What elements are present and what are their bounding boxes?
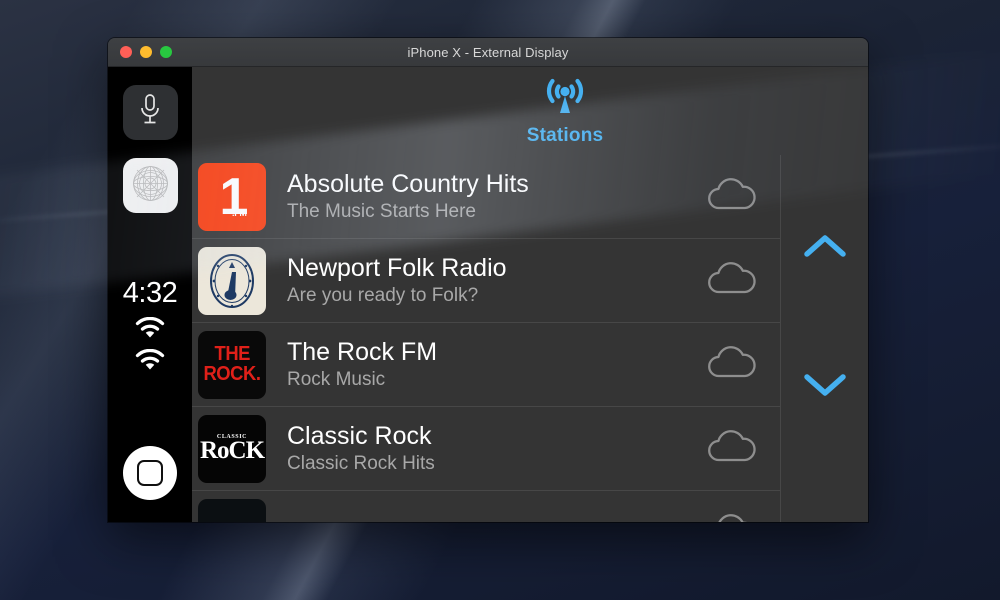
station-status[interactable]: [684, 259, 780, 302]
window-title: iPhone X - External Display: [108, 45, 868, 60]
desktop-background: iPhone X - External Display: [0, 0, 1000, 600]
radio-broadcast-icon: [537, 75, 593, 122]
station-title: The Rock FM: [287, 338, 684, 366]
home-button[interactable]: [123, 446, 177, 500]
station-artwork-classic-rock: CLASSIC RoCK: [198, 415, 266, 483]
station-text: Absolute Country Hits The Music Starts H…: [287, 170, 684, 224]
stations-content: Stations 1 .FM: [192, 67, 868, 522]
scroll-down-button[interactable]: [803, 372, 847, 403]
cloud-icon: [705, 259, 759, 302]
microphone-icon: [137, 93, 163, 132]
station-text: Radio 1190: [287, 518, 684, 523]
artwork-subtext: .FM: [232, 208, 247, 218]
globe-grid-icon: [123, 158, 178, 213]
station-subtitle: Are you ready to Folk?: [287, 284, 684, 308]
station-row[interactable]: THE ROCK. The Rock FM Rock Music: [192, 323, 780, 407]
station-row[interactable]: Radio 1190: [192, 491, 780, 522]
cloud-icon: [705, 343, 759, 386]
status-clock: 4:32: [123, 279, 177, 308]
station-status[interactable]: [684, 175, 780, 218]
close-button[interactable]: [120, 46, 132, 58]
station-title: Newport Folk Radio: [287, 254, 684, 282]
station-row[interactable]: 1 .FM Absolute Country Hits The Music St…: [192, 155, 780, 239]
station-artwork-newport-folk: [198, 247, 266, 315]
page-title: Stations: [527, 125, 604, 147]
station-status[interactable]: [684, 511, 780, 522]
wifi-icon: [135, 349, 165, 375]
stations-header: Stations: [192, 67, 868, 155]
microphone-button[interactable]: [123, 85, 178, 140]
stations-list[interactable]: 1 .FM Absolute Country Hits The Music St…: [192, 155, 780, 522]
carplay-screen: 4:32: [108, 67, 868, 522]
station-title: Classic Rock: [287, 422, 684, 450]
artwork-subtext: RoCK: [200, 438, 264, 463]
station-subtitle: Classic Rock Hits: [287, 452, 684, 476]
carplay-sidebar: 4:32: [108, 67, 192, 522]
station-artwork-radio-1190: [198, 499, 266, 523]
home-button-icon: [137, 460, 163, 486]
station-subtitle: Rock Music: [287, 368, 684, 392]
station-artwork-the-rock: THE ROCK.: [198, 331, 266, 399]
scroll-up-button[interactable]: [803, 233, 847, 264]
station-row[interactable]: CLASSIC RoCK Classic Rock Classic Rock H…: [192, 407, 780, 491]
wifi-icon: [135, 317, 165, 343]
station-artwork-one-fm: 1 .FM: [198, 163, 266, 231]
cloud-icon: [705, 427, 759, 470]
window-titlebar[interactable]: iPhone X - External Display: [108, 38, 868, 67]
station-text: Newport Folk Radio Are you ready to Folk…: [287, 254, 684, 308]
station-text: Classic Rock Classic Rock Hits: [287, 422, 684, 476]
scroll-controls: [780, 155, 868, 522]
minimize-button[interactable]: [140, 46, 152, 58]
station-status[interactable]: [684, 427, 780, 470]
station-row[interactable]: Newport Folk Radio Are you ready to Folk…: [192, 239, 780, 323]
station-title: Absolute Country Hits: [287, 170, 684, 198]
stations-list-area: 1 .FM Absolute Country Hits The Music St…: [192, 155, 868, 522]
external-display-window: iPhone X - External Display: [108, 38, 868, 522]
artwork-subtext: ROCK.: [203, 365, 260, 384]
station-status[interactable]: [684, 343, 780, 386]
maximize-button[interactable]: [160, 46, 172, 58]
station-text: The Rock FM Rock Music: [287, 338, 684, 392]
station-subtitle: The Music Starts Here: [287, 200, 684, 224]
traffic-light-group: [120, 46, 172, 58]
maps-globe-button[interactable]: [123, 158, 178, 213]
cloud-icon: [705, 511, 759, 522]
cloud-icon: [705, 175, 759, 218]
station-title: Radio 1190: [287, 518, 684, 523]
